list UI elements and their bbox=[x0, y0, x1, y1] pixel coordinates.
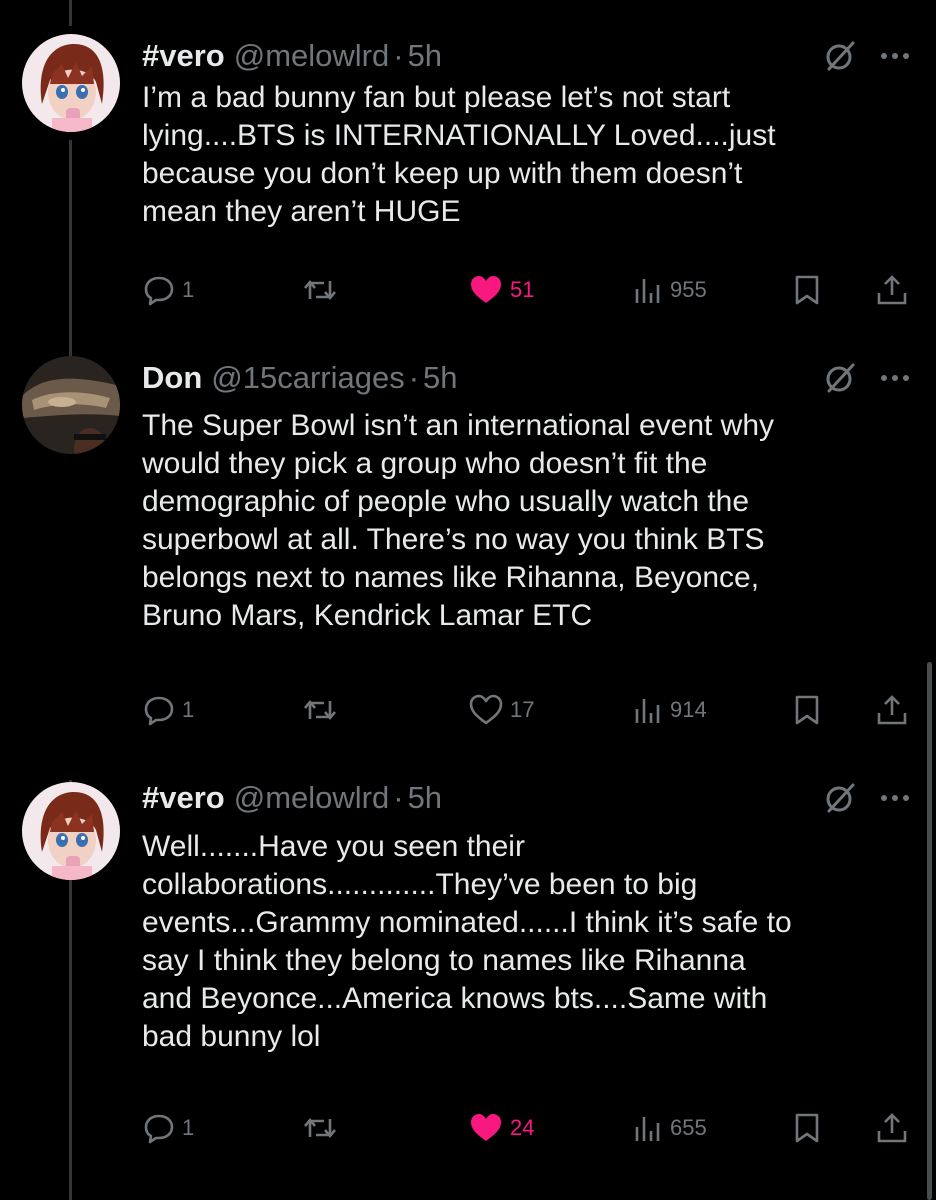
conversation-thread: #vero @melowlrd · 5h I’m a bad bunny fan… bbox=[0, 0, 936, 1200]
reply-icon bbox=[144, 1114, 174, 1144]
avatar[interactable] bbox=[22, 356, 120, 454]
tweet-text-line: Well.......Have you seen their bbox=[142, 830, 525, 863]
views-icon bbox=[635, 1117, 660, 1141]
action-bar: 1 51 955 bbox=[142, 268, 917, 312]
tweet-text-line: and Beyonce...America knows bts....Same … bbox=[142, 982, 768, 1015]
bookmark-button[interactable] bbox=[792, 1106, 822, 1150]
tweet-text-line: mean they aren’t HUGE bbox=[142, 195, 461, 228]
reply-button[interactable]: 1 bbox=[142, 1106, 194, 1150]
display-name[interactable]: Don bbox=[142, 360, 202, 396]
timestamp[interactable]: 5h bbox=[408, 38, 442, 74]
reply-icon bbox=[144, 696, 174, 726]
thread-line bbox=[69, 0, 72, 26]
share-icon bbox=[877, 695, 907, 725]
avatar[interactable] bbox=[22, 782, 120, 880]
user-handle[interactable]: @melowlrd bbox=[234, 780, 390, 816]
like-button[interactable]: 17 bbox=[468, 688, 534, 732]
views-count: 914 bbox=[670, 697, 707, 722]
bookmark-icon bbox=[795, 695, 819, 725]
like-button[interactable]: 51 bbox=[468, 268, 534, 312]
user-handle[interactable]: @melowlrd bbox=[234, 38, 390, 74]
tweet-text-line: events...Grammy nominated......I think i… bbox=[142, 906, 792, 939]
tweet-text-line: lying....BTS is INTERNATIONALLY Loved...… bbox=[142, 119, 776, 152]
repost-button[interactable] bbox=[302, 268, 344, 312]
like-count: 17 bbox=[510, 697, 535, 722]
views-button[interactable]: 955 bbox=[632, 268, 707, 312]
heart-icon bbox=[471, 1114, 501, 1141]
tweet-text-line: say I think they belong to names like Ri… bbox=[142, 944, 746, 977]
heart-icon bbox=[469, 694, 503, 725]
repost-icon bbox=[304, 1117, 336, 1139]
reply-count: 1 bbox=[182, 277, 195, 302]
more-icon[interactable] bbox=[875, 36, 915, 76]
action-bar: 1 17 914 bbox=[142, 688, 917, 732]
timestamp[interactable]: 5h bbox=[423, 360, 457, 396]
repost-icon bbox=[304, 699, 336, 721]
tweet-text-line: The Super Bowl isn’t an international ev… bbox=[142, 409, 775, 442]
share-button[interactable] bbox=[875, 1106, 909, 1150]
display-name[interactable]: #vero bbox=[142, 780, 225, 816]
bookmark-icon bbox=[795, 1113, 819, 1143]
tweet-text: The Super Bowl isn’t an international ev… bbox=[142, 407, 902, 635]
views-icon bbox=[635, 699, 660, 723]
views-count: 655 bbox=[670, 1115, 707, 1140]
more-icon[interactable] bbox=[875, 778, 915, 818]
tweet-text: I’m a bad bunny fan but please let’s not… bbox=[142, 79, 902, 231]
repost-button[interactable] bbox=[302, 688, 344, 732]
share-icon bbox=[877, 275, 907, 305]
views-count: 955 bbox=[670, 277, 707, 302]
tweet-header: Don @15carriages · 5h bbox=[142, 356, 458, 400]
tweet-header: #vero @melowlrd · 5h bbox=[142, 776, 442, 820]
tweet-text: Well.......Have you seen their collabora… bbox=[142, 828, 902, 1056]
bookmark-icon bbox=[795, 275, 819, 305]
heart-icon bbox=[471, 276, 501, 303]
user-handle[interactable]: @15carriages bbox=[211, 360, 404, 396]
separator-dot: · bbox=[393, 780, 404, 815]
repost-icon bbox=[304, 279, 336, 301]
thread-line bbox=[69, 140, 72, 356]
reply-count: 1 bbox=[182, 1115, 195, 1140]
grok-icon[interactable] bbox=[822, 780, 858, 816]
tweet-header: #vero @melowlrd · 5h bbox=[142, 34, 442, 78]
action-bar: 1 24 655 bbox=[142, 1106, 917, 1150]
share-icon bbox=[877, 1113, 907, 1143]
bookmark-button[interactable] bbox=[792, 268, 822, 312]
views-button[interactable]: 655 bbox=[632, 1106, 707, 1150]
grok-icon[interactable] bbox=[822, 360, 858, 396]
tweet-text-line: collaborations.............They’ve been … bbox=[142, 868, 698, 901]
like-count: 24 bbox=[510, 1115, 535, 1140]
display-name[interactable]: #vero bbox=[142, 38, 225, 74]
repost-button[interactable] bbox=[302, 1106, 344, 1150]
separator-dot: · bbox=[408, 360, 420, 395]
views-icon bbox=[635, 279, 660, 303]
separator-dot: · bbox=[393, 38, 404, 73]
grok-icon[interactable] bbox=[822, 38, 858, 74]
reply-icon bbox=[144, 276, 174, 306]
tweet-text-line: because you don’t keep up with them does… bbox=[142, 157, 743, 190]
tweet-text-line: demographic of people who usually watch … bbox=[142, 485, 750, 518]
tweet-text-line: superbowl at all. There’s no way you thi… bbox=[142, 523, 765, 556]
tweet-text-line: would they pick a group who doesn’t fit … bbox=[142, 447, 708, 480]
like-count: 51 bbox=[510, 277, 535, 302]
tweet-text-line: belongs next to names like Rihanna, Beyo… bbox=[142, 561, 760, 594]
scrollbar[interactable] bbox=[927, 662, 932, 1200]
share-button[interactable] bbox=[875, 688, 909, 732]
tweet-text-line: Bruno Mars, Kendrick Lamar ETC bbox=[142, 599, 593, 632]
views-button[interactable]: 914 bbox=[632, 688, 707, 732]
reply-button[interactable]: 1 bbox=[142, 268, 194, 312]
reply-count: 1 bbox=[182, 697, 195, 722]
like-button[interactable]: 24 bbox=[468, 1106, 534, 1150]
reply-button[interactable]: 1 bbox=[142, 688, 194, 732]
tweet-text-line: I’m a bad bunny fan but please let’s not… bbox=[142, 81, 731, 114]
share-button[interactable] bbox=[875, 268, 909, 312]
tweet-text-line: bad bunny lol bbox=[142, 1020, 321, 1053]
more-icon[interactable] bbox=[875, 358, 915, 398]
avatar[interactable] bbox=[22, 34, 120, 132]
bookmark-button[interactable] bbox=[792, 688, 822, 732]
timestamp[interactable]: 5h bbox=[408, 780, 442, 816]
